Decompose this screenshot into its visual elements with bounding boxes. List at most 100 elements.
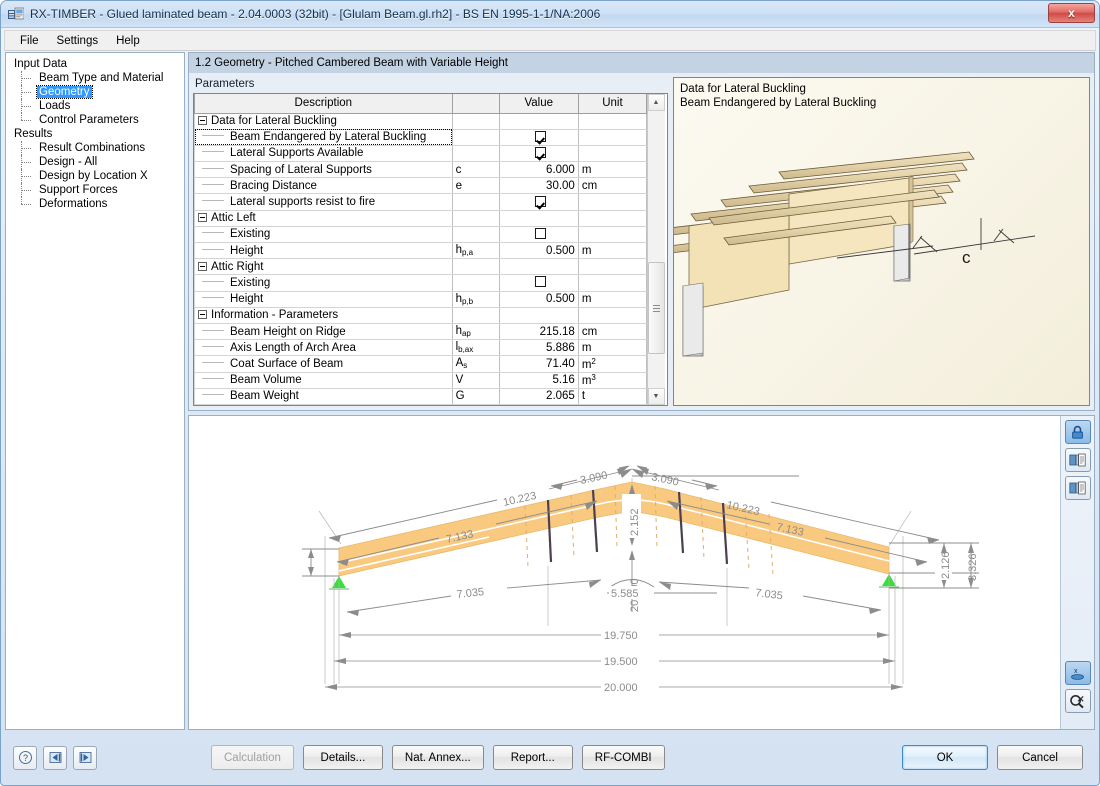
sidebar-item-geometry[interactable]: Geometry	[18, 85, 184, 99]
row-unit: m3	[577, 371, 648, 389]
table-row[interactable]: Beam Volume V 5.16 m3	[194, 371, 648, 389]
scroll-up-icon[interactable]: ▲	[647, 94, 665, 111]
table-row[interactable]: Height hp,b 0.500 m	[194, 290, 648, 308]
collapse-icon[interactable]	[198, 116, 207, 126]
table-group-row[interactable]: Data for Lateral Buckling	[194, 112, 648, 130]
sidebar-item-result-combinations[interactable]: Result Combinations	[18, 141, 184, 155]
row-unit: m	[577, 339, 648, 357]
table-row[interactable]: Bracing Distance e 30.00 cm	[194, 177, 648, 195]
copy-picture-icon[interactable]	[1064, 476, 1091, 500]
row-symbol: As	[451, 355, 500, 373]
cancel-button[interactable]: Cancel	[997, 745, 1083, 770]
menu-item-file[interactable]: File	[11, 33, 48, 49]
sidebar-group-results[interactable]: Results	[12, 127, 184, 141]
lock-icon[interactable]	[1064, 420, 1091, 444]
sidebar-item-beam-type-and-material[interactable]: Beam Type and Material	[18, 71, 184, 85]
row-value-cell[interactable]: 30.00	[498, 177, 579, 195]
row-checkbox-cell[interactable]	[498, 225, 579, 244]
row-description-text: Bracing Distance	[230, 179, 317, 192]
dim-right-height-inner: 2.126	[940, 551, 952, 579]
row-value-cell[interactable]: 6.000	[498, 161, 579, 179]
copy-to-clipboard-icon[interactable]	[1064, 448, 1091, 472]
calculation-button[interactable]: Calculation	[211, 745, 294, 770]
next-step-icon[interactable]	[73, 745, 97, 770]
zoom-reset-icon[interactable]	[1064, 689, 1091, 713]
group-label: Attic Right	[194, 258, 453, 276]
sidebar-group-input-data[interactable]: Input Data	[12, 57, 184, 71]
table-row[interactable]: Beam Endangered by Lateral Buckling	[194, 128, 648, 146]
column-header-unit[interactable]: Unit	[577, 94, 648, 114]
beam-canvas[interactable]: 10.223 7.133 3.090 3.090 10.223 7.133 2.…	[189, 416, 1060, 729]
sidebar-item-loads[interactable]: Loads	[18, 99, 184, 113]
menu-item-settings[interactable]: Settings	[48, 33, 108, 49]
column-header-description[interactable]: Description	[194, 94, 453, 114]
row-symbol: V	[451, 371, 500, 389]
row-value-cell[interactable]: 5.16	[498, 371, 579, 389]
beam-geometry-drawing: 10.223 7.133 3.090 3.090 10.223 7.133 2.…	[302, 465, 979, 694]
menu-item-help[interactable]: Help	[107, 33, 149, 49]
tree-branch-icon	[202, 345, 224, 347]
table-row[interactable]: Beam Height on Ridge hap 215.18 cm	[194, 322, 648, 341]
row-value-cell[interactable]: 0.500	[498, 290, 579, 308]
sidebar-item-support-forces[interactable]: Support Forces	[18, 183, 184, 197]
previous-step-icon[interactable]	[43, 745, 67, 770]
sidebar-item-design-by-location-x[interactable]: Design by Location X	[18, 169, 184, 183]
ok-button[interactable]: OK	[902, 745, 988, 770]
title-bar: RX-TIMBER - Glued laminated beam - 2.04.…	[1, 1, 1099, 28]
table-row[interactable]: Lateral Supports Available	[194, 144, 648, 163]
table-row[interactable]: Coat Surface of Beam As 71.40 m2	[194, 355, 648, 373]
sidebar-item-design-all[interactable]: Design - All	[18, 155, 184, 169]
row-unit: cm	[577, 322, 648, 341]
parameters-scrollbar[interactable]: ▲ ▼	[647, 94, 665, 405]
x-axis-view-icon[interactable]: x	[1064, 661, 1091, 685]
collapse-icon[interactable]	[198, 261, 207, 271]
row-description-text: Height	[230, 293, 264, 306]
tree-branch-icon	[202, 200, 224, 201]
scroll-down-icon[interactable]: ▼	[647, 388, 665, 405]
column-header-symbol[interactable]	[451, 94, 500, 114]
row-checkbox-cell[interactable]	[498, 274, 579, 292]
row-checkbox-cell[interactable]	[498, 144, 579, 163]
row-unit: cm	[577, 177, 648, 195]
details-button[interactable]: Details...	[302, 745, 383, 770]
sidebar-item-deformations[interactable]: Deformations	[18, 197, 184, 211]
checkbox-checked-icon[interactable]	[534, 130, 546, 142]
table-row[interactable]: Existing	[194, 225, 648, 244]
row-description-text: Coat Surface of Beam	[230, 357, 344, 370]
table-row[interactable]: Spacing of Lateral Supports c 6.000 m	[194, 161, 648, 179]
group-label: Information - Parameters	[194, 306, 453, 324]
table-row[interactable]: Lateral supports resist to fire	[194, 193, 648, 211]
group-title: Attic Right	[211, 260, 264, 273]
row-description: Height	[194, 290, 453, 308]
table-row[interactable]: Beam Weight G 2.065 t	[194, 387, 648, 405]
table-row[interactable]: Existing	[194, 274, 648, 292]
table-group-row[interactable]: Attic Left	[194, 209, 648, 227]
scrollbar-thumb[interactable]	[648, 262, 665, 354]
checkbox-unchecked-icon[interactable]	[534, 227, 546, 239]
checkbox-checked-icon[interactable]	[534, 195, 546, 207]
row-value-cell[interactable]: 0.500	[498, 241, 579, 260]
help-icon[interactable]: ?	[13, 745, 37, 770]
table-row[interactable]: Axis Length of Arch Area lb,ax 5.886 m	[194, 339, 648, 357]
collapse-icon[interactable]	[198, 213, 207, 223]
checkbox-checked-icon[interactable]	[534, 146, 546, 158]
row-checkbox-cell[interactable]	[498, 128, 579, 146]
row-value-cell[interactable]: 5.886	[498, 339, 579, 357]
report-button[interactable]: Report...	[492, 745, 573, 770]
row-symbol: c	[451, 161, 500, 179]
close-button[interactable]: x	[1048, 3, 1095, 23]
sidebar-item-label: Result Combinations	[39, 142, 146, 154]
collapse-icon[interactable]	[198, 310, 207, 320]
row-value-cell[interactable]: 215.18	[498, 322, 579, 341]
row-checkbox-cell[interactable]	[498, 193, 579, 211]
row-value-cell[interactable]: 71.40	[498, 355, 579, 373]
table-group-row[interactable]: Attic Right	[194, 258, 648, 276]
table-row[interactable]: Height hp,a 0.500 m	[194, 241, 648, 260]
row-value-cell[interactable]: 2.065	[498, 387, 579, 405]
rf-combi-button[interactable]: RF-COMBI	[581, 745, 665, 770]
table-group-row[interactable]: Information - Parameters	[194, 306, 648, 324]
sidebar-item-control-parameters[interactable]: Control Parameters	[18, 113, 184, 127]
nat-annex-button[interactable]: Nat. Annex...	[391, 745, 484, 770]
column-header-value[interactable]: Value	[498, 94, 579, 114]
checkbox-unchecked-icon[interactable]	[534, 276, 546, 288]
